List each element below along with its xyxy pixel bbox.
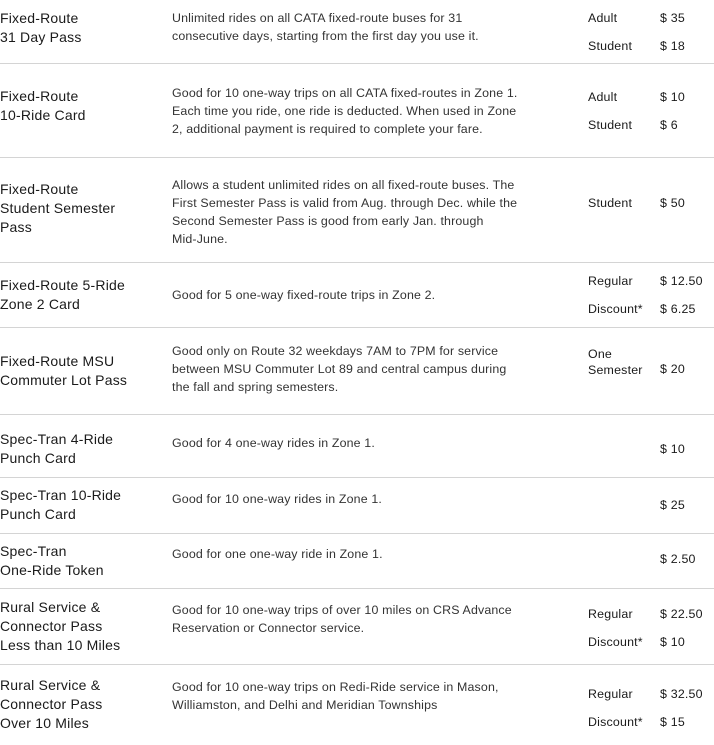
price-category: Adult <box>588 90 618 104</box>
price-category: Student <box>588 118 633 132</box>
fare-row: Rural Service & Connector Pass Over 10 M… <box>0 665 714 745</box>
price-line: Discount* $ 6.25 <box>0 300 714 318</box>
price-line: Discount* $ 10 <box>0 633 714 651</box>
description-line: Allows a student unlimited rides on all … <box>172 178 515 192</box>
price-line: $ 10 <box>0 440 714 458</box>
description-line: Mid-June. <box>172 232 228 246</box>
price-category: Discount* <box>588 715 643 729</box>
description-line: the fall and spring semesters. <box>172 380 339 394</box>
price-line: Adult $ 10 <box>0 88 714 106</box>
fare-table: Fixed-Route 31 Day Pass Unlimited rides … <box>0 0 714 745</box>
price-amount: $ 22.50 <box>660 607 703 621</box>
fare-row: Fixed-Route Student Semester Pass Allows… <box>0 158 714 263</box>
price-line: $ 20 <box>0 360 714 378</box>
description-line: Good only on Route 32 weekdays 7AM to 7P… <box>172 344 499 358</box>
price-line: Student $ 18 <box>0 37 714 55</box>
price-amount: $ 32.50 <box>660 687 703 701</box>
price-category: Student <box>588 196 633 210</box>
price-amount: $ 10 <box>660 90 685 104</box>
price-amount: $ 20 <box>660 362 685 376</box>
price-line: Student $ 6 <box>0 116 714 134</box>
fare-row: Fixed-Route 5-Ride Zone 2 Card Good for … <box>0 263 714 328</box>
price-amount: $ 15 <box>660 715 685 729</box>
fare-row: Spec-Tran 4-Ride Punch Card Good for 4 o… <box>0 415 714 478</box>
fare-row: Fixed-Route MSU Commuter Lot Pass Good o… <box>0 328 714 415</box>
fare-row: Spec-Tran One-Ride Token Good for one on… <box>0 534 714 589</box>
price-amount: $ 12.50 <box>660 274 703 288</box>
price-line: $ 25 <box>0 496 714 514</box>
price-amount: $ 50 <box>660 196 685 210</box>
price-category: Adult <box>588 11 618 25</box>
price-line: Adult $ 35 <box>0 9 714 27</box>
price-line: Regular $ 32.50 <box>0 685 714 703</box>
price-line: Discount* $ 15 <box>0 713 714 731</box>
price-amount: $ 6 <box>660 118 678 132</box>
price-category: Regular <box>588 687 633 701</box>
price-category: Regular <box>588 607 633 621</box>
price-amount: $ 25 <box>660 498 685 512</box>
price-category: Regular <box>588 274 633 288</box>
price-amount: $ 10 <box>660 635 685 649</box>
price-amount: $ 2.50 <box>660 552 696 566</box>
price-category: Student <box>588 39 633 53</box>
fare-row: Rural Service & Connector Pass Less than… <box>0 589 714 665</box>
price-line: Student $ 50 <box>0 194 714 212</box>
price-line: $ 2.50 <box>0 550 714 568</box>
price-category: Discount* <box>588 635 643 649</box>
price-amount: $ 6.25 <box>660 302 696 316</box>
product-description: Allows a student unlimited rides on all … <box>172 176 567 248</box>
price-line: Regular $ 12.50 <box>0 272 714 290</box>
fare-row: Fixed-Route 10-Ride Card Good for 10 one… <box>0 64 714 158</box>
fare-row: Fixed-Route 31 Day Pass Unlimited rides … <box>0 0 714 64</box>
description-line: Second Semester Pass is good from early … <box>172 214 484 228</box>
fare-row: Spec-Tran 10-Ride Punch Card Good for 10… <box>0 478 714 534</box>
price-amount: $ 35 <box>660 11 685 25</box>
price-amount: $ 18 <box>660 39 685 53</box>
price-amount: $ 10 <box>660 442 685 456</box>
product-name-line: Pass <box>0 219 32 235</box>
price-line: Regular $ 22.50 <box>0 605 714 623</box>
price-category: Discount* <box>588 302 643 316</box>
